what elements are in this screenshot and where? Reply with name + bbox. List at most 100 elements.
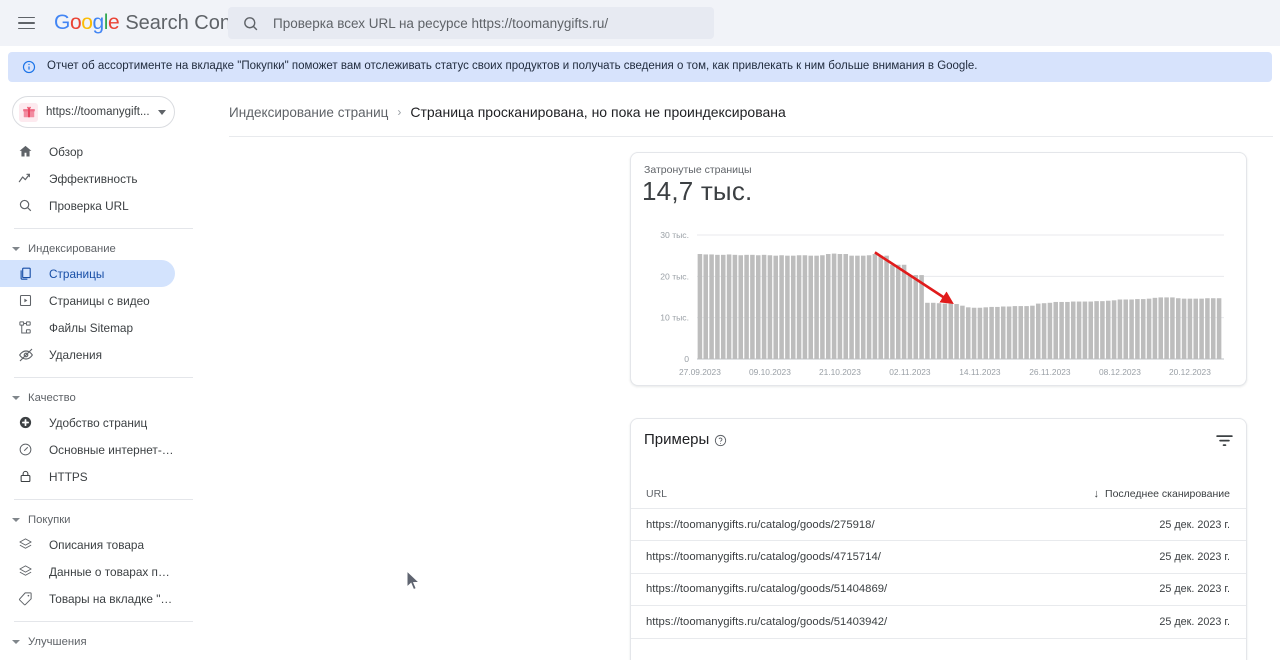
examples-table: URL ↓ Последнее сканирование https://too…: [631, 479, 1247, 639]
sidebar-label: Данные о товарах про...: [49, 565, 175, 579]
layers-icon: [16, 535, 35, 554]
nav-divider: [14, 621, 193, 622]
sidebar-item-product-snippets[interactable]: Описания товара: [0, 531, 175, 558]
google-wordmark: Google: [54, 11, 119, 35]
nav-primary-group: Обзор Эффективность Проверка URL: [0, 138, 211, 219]
table-row[interactable]: https://toomanygifts.ru/catalog/goods/51…: [631, 574, 1247, 606]
caret-down-icon: [12, 640, 20, 644]
caret-down-icon: [12, 396, 20, 400]
page-title: Страница просканирована, но пока не прои…: [410, 104, 785, 120]
sidebar-item-shopping-tab-products[interactable]: Товары на вкладке "По...: [0, 585, 175, 612]
info-icon: [22, 60, 36, 74]
sidebar-item-removals[interactable]: Удаления: [0, 341, 175, 368]
sort-descending-icon: ↓: [1094, 488, 1100, 500]
sitemap-icon: [16, 318, 35, 337]
nav-group-indexing[interactable]: Индексирование: [0, 238, 211, 260]
speedometer-icon: [16, 440, 35, 459]
cell-last-crawl: 25 дек. 2023 г.: [1159, 583, 1230, 595]
header-divider: [229, 136, 1273, 137]
sidebar-nav: https://toomanygift... Обзор Эффективнос…: [0, 88, 211, 660]
video-page-icon: [16, 291, 35, 310]
svg-text:21.10.2023: 21.10.2023: [819, 367, 861, 377]
property-selector[interactable]: https://toomanygift...: [12, 96, 175, 128]
sidebar-label: Эффективность: [49, 172, 138, 186]
metric-value: 14,7 тыс.: [642, 176, 752, 207]
svg-text:27.09.2023: 27.09.2023: [679, 367, 721, 377]
search-icon: [16, 196, 35, 215]
sidebar-label: Удаления: [49, 348, 102, 362]
sidebar-item-overview[interactable]: Обзор: [0, 138, 175, 165]
layers-icon: [16, 562, 35, 581]
property-url-label: https://toomanygift...: [46, 106, 154, 118]
chevron-down-icon[interactable]: [158, 110, 166, 115]
breadcrumb-separator-icon: ›: [397, 105, 401, 119]
main-content: Индексирование страниц › Страница проска…: [211, 88, 1280, 660]
sidebar-item-core-web-vitals[interactable]: Основные интернет-п...: [0, 436, 175, 463]
sidebar-item-page-experience[interactable]: Удобство страниц: [0, 409, 175, 436]
nav-group-shopping[interactable]: Покупки: [0, 509, 211, 531]
examples-card: Примеры URL ↓ Последнее: [630, 418, 1247, 660]
svg-text:08.12.2023: 08.12.2023: [1099, 367, 1141, 377]
search-console-page: Google Search Console Отчет об ассортиме…: [0, 0, 1280, 660]
pages-copy-icon: [16, 264, 35, 283]
cell-last-crawl: 25 дек. 2023 г.: [1159, 616, 1230, 628]
sidebar-label: Удобство страниц: [49, 416, 147, 430]
svg-text:20 тыс.: 20 тыс.: [660, 271, 689, 281]
sidebar-item-video-pages[interactable]: Страницы с видео: [0, 287, 175, 314]
cell-url[interactable]: https://toomanygifts.ru/catalog/goods/51…: [646, 583, 1159, 595]
column-header-url: URL: [646, 488, 1094, 500]
banner-text: Отчет об ассортименте на вкладке "Покупк…: [47, 60, 977, 74]
cell-url[interactable]: https://toomanygifts.ru/catalog/goods/27…: [646, 519, 1159, 531]
column-header-last-crawl-label: Последнее сканирование: [1105, 488, 1230, 500]
sidebar-item-performance[interactable]: Эффективность: [0, 165, 175, 192]
sidebar-label: Товары на вкладке "По...: [49, 592, 175, 606]
sidebar-item-url-inspection[interactable]: Проверка URL: [0, 192, 175, 219]
column-header-last-crawl[interactable]: ↓ Последнее сканирование: [1094, 488, 1230, 500]
sidebar-label: Обзор: [49, 145, 83, 159]
nav-divider: [14, 377, 193, 378]
table-row[interactable]: https://toomanygifts.ru/catalog/goods/51…: [631, 606, 1247, 638]
svg-text:02.11.2023: 02.11.2023: [889, 367, 931, 377]
table-header-row: URL ↓ Последнее сканирование: [631, 479, 1247, 509]
impressions-bar-chart[interactable]: 010 тыс.20 тыс.30 тыс.27.09.202309.10.20…: [631, 229, 1248, 381]
breadcrumb: Индексирование страниц › Страница проска…: [211, 88, 1280, 136]
filter-icon[interactable]: [1215, 433, 1234, 453]
svg-text:10 тыс.: 10 тыс.: [660, 313, 689, 323]
caret-down-icon: [12, 518, 20, 522]
table-row[interactable]: https://toomanygifts.ru/catalog/goods/27…: [631, 509, 1247, 541]
nav-group-quality[interactable]: Качество: [0, 387, 211, 409]
search-icon: [242, 15, 259, 32]
sidebar-item-sitemaps[interactable]: Файлы Sitemap: [0, 314, 175, 341]
cell-url[interactable]: https://toomanygifts.ru/catalog/goods/51…: [646, 616, 1159, 628]
help-circle-icon[interactable]: [714, 434, 727, 452]
svg-text:14.11.2023: 14.11.2023: [959, 367, 1001, 377]
search-input[interactable]: [271, 15, 714, 32]
svg-text:09.10.2023: 09.10.2023: [749, 367, 791, 377]
nav-group-enhancements[interactable]: Улучшения: [0, 631, 211, 653]
cell-last-crawl: 25 дек. 2023 г.: [1159, 519, 1230, 531]
sidebar-label: HTTPS: [49, 470, 88, 484]
sidebar-item-breadcrumbs[interactable]: Строки навигации: [0, 653, 175, 660]
sidebar-item-merchant-listings[interactable]: Данные о товарах про...: [0, 558, 175, 585]
sidebar-label: Файлы Sitemap: [49, 321, 133, 335]
sidebar-item-https[interactable]: HTTPS: [0, 463, 175, 490]
gift-favicon-icon: [19, 103, 38, 122]
sidebar-label: Проверка URL: [49, 199, 129, 213]
cell-url[interactable]: https://toomanygifts.ru/catalog/goods/47…: [646, 551, 1159, 563]
nav-group-label: Качество: [28, 392, 76, 404]
sidebar-item-pages[interactable]: Страницы: [0, 260, 175, 287]
url-inspection-search[interactable]: [228, 7, 714, 39]
table-row[interactable]: https://toomanygifts.ru/catalog/goods/47…: [631, 541, 1247, 573]
page-experience-icon: [16, 413, 35, 432]
cell-last-crawl: 25 дек. 2023 г.: [1159, 551, 1230, 563]
trending-up-icon: [16, 169, 35, 188]
svg-text:30 тыс.: 30 тыс.: [660, 230, 689, 240]
nav-divider: [14, 228, 193, 229]
lock-icon: [16, 467, 35, 486]
shopping-info-banner: Отчет об ассортименте на вкладке "Покупк…: [8, 52, 1272, 82]
nav-group-label: Покупки: [28, 514, 71, 526]
tag-icon: [16, 589, 35, 608]
hamburger-menu-icon[interactable]: [6, 0, 46, 46]
svg-text:20.12.2023: 20.12.2023: [1169, 367, 1211, 377]
breadcrumb-parent[interactable]: Индексирование страниц: [229, 105, 388, 120]
